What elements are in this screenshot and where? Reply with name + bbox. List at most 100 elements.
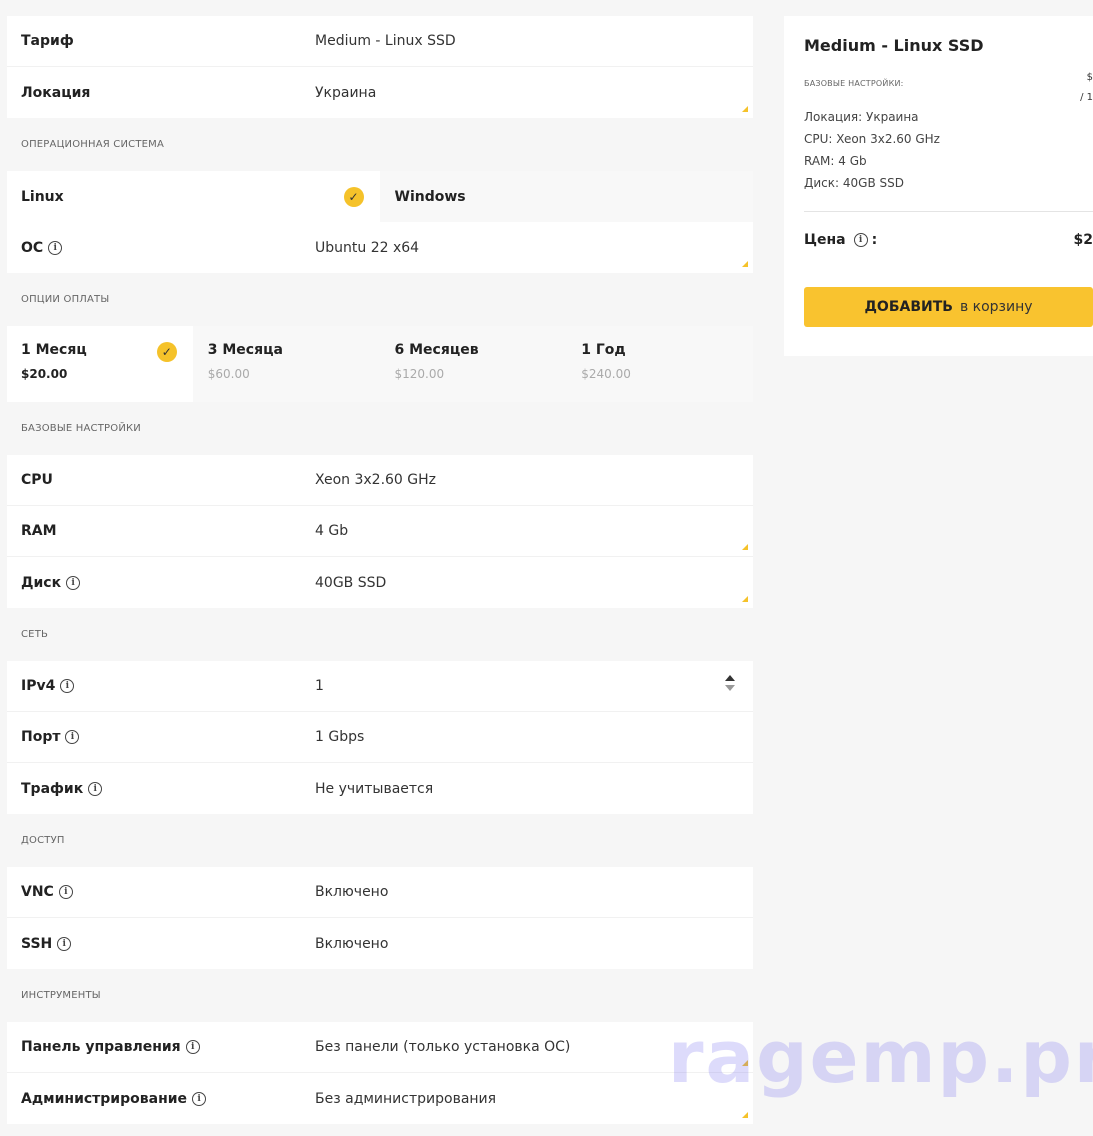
info-icon[interactable]: i — [192, 1091, 207, 1106]
ram-select[interactable]: RAM 4 Gb — [7, 506, 753, 557]
port-label-text: Порт — [21, 729, 61, 745]
dropdown-corner-icon — [742, 596, 748, 602]
disk-label: Диск i — [21, 574, 81, 591]
vnc-row: VNC i Включено — [7, 867, 753, 918]
port-row: Порт i 1 Gbps — [7, 712, 753, 763]
ipv4-input[interactable]: 1 — [315, 678, 324, 694]
admin-label: Администрирование i — [21, 1090, 207, 1107]
summary-section-title: БАЗОВЫЕ НАСТРОЙКИ: — [804, 79, 904, 88]
panel-value: Без панели (только установка ОС) — [315, 1039, 571, 1055]
dropdown-corner-icon — [742, 1112, 748, 1118]
payment-period: 6 Месяцев — [394, 342, 479, 358]
price-label: Цена — [804, 232, 846, 248]
payment-option-1-year[interactable]: 1 Год $240.00 — [566, 326, 753, 402]
info-icon[interactable]: i — [853, 233, 868, 247]
ssh-row: SSH i Включено — [7, 918, 753, 969]
info-icon[interactable]: i — [185, 1040, 200, 1054]
disk-value: 40GB SSD — [315, 574, 387, 591]
ipv4-label-text: IPv4 — [21, 678, 56, 694]
add-to-cart-button[interactable]: ДОБАВИТЬ в корзину — [804, 287, 1093, 327]
quantity-stepper[interactable] — [725, 675, 735, 691]
panel-label-text: Панель управления — [21, 1039, 181, 1055]
info-icon[interactable]: i — [88, 781, 103, 796]
info-icon[interactable]: i — [58, 885, 73, 899]
ipv4-row: IPv4 i 1 — [7, 661, 753, 712]
stepper-up-icon[interactable] — [725, 675, 735, 681]
check-icon: ✓ — [156, 342, 177, 362]
traffic-value: Не учитывается — [315, 780, 434, 797]
payment-period: 1 Год — [581, 342, 626, 358]
payment-price: $240.00 — [581, 367, 631, 381]
os-option-windows[interactable]: Windows — [379, 171, 753, 222]
network-section-title: СЕТЬ — [21, 629, 49, 640]
vnc-label: VNC i — [21, 884, 73, 900]
payment-section-title: ОПЦИИ ОПЛАТЫ — [21, 294, 110, 305]
os-type-options: Linux ✓ Windows — [7, 171, 753, 222]
stepper-down-icon[interactable] — [725, 685, 735, 691]
disk-select[interactable]: Диск i 40GB SSD — [7, 557, 753, 608]
summary-spec-location: Локация: Украина — [804, 110, 919, 124]
summary-title: Medium - Linux SSD — [804, 36, 984, 55]
ipv4-label: IPv4 i — [21, 678, 75, 694]
os-label: ОС i — [21, 239, 63, 256]
divider — [804, 211, 1093, 212]
info-icon[interactable]: i — [60, 679, 75, 693]
summary-side-price: $ / 1 — [1080, 68, 1093, 108]
disk-label-text: Диск — [21, 574, 62, 591]
panel-select[interactable]: Панель управления i Без панели (только ус… — [7, 1022, 753, 1073]
os-label-text: ОС — [21, 239, 44, 256]
tools-section-title: ИНСТРУМЕНТЫ — [21, 990, 101, 1001]
ram-label: RAM — [21, 523, 57, 539]
info-icon[interactable]: i — [65, 730, 80, 744]
summary-spec-ram: RAM: 4 Gb — [804, 154, 867, 168]
add-button-bold: ДОБАВИТЬ — [864, 299, 953, 315]
os-option-label: Windows — [394, 188, 466, 205]
payment-period: 3 Месяца — [207, 342, 283, 358]
tariff-row: Тариф Medium - Linux SSD — [7, 16, 753, 67]
payment-price: $60.00 — [207, 367, 250, 381]
os-value: Ubuntu 22 x64 — [315, 239, 420, 256]
payment-option-3-months[interactable]: 3 Месяца $60.00 — [192, 326, 380, 402]
side-price-top: $ — [1086, 72, 1093, 83]
os-option-label: Linux — [21, 188, 64, 205]
os-select[interactable]: ОС i Ubuntu 22 x64 — [7, 222, 753, 273]
tariff-value: Medium - Linux SSD — [315, 33, 456, 49]
panel-label: Панель управления i — [21, 1039, 200, 1055]
payment-option-6-months[interactable]: 6 Месяцев $120.00 — [379, 326, 567, 402]
cpu-value: Xeon 3x2.60 GHz — [315, 472, 437, 488]
payment-options: 1 Месяц $20.00 ✓ 3 Месяца $60.00 6 Месяц… — [7, 326, 753, 402]
cpu-label: CPU — [21, 472, 53, 488]
os-option-linux[interactable]: Linux ✓ — [7, 171, 380, 222]
vnc-label-text: VNC — [21, 884, 54, 900]
tariff-label: Тариф — [21, 33, 74, 49]
ram-value: 4 Gb — [315, 523, 349, 539]
info-icon[interactable]: i — [48, 240, 63, 255]
payment-option-1-month[interactable]: 1 Месяц $20.00 ✓ — [7, 326, 193, 402]
port-value: 1 Gbps — [315, 729, 365, 745]
vnc-value: Включено — [315, 884, 389, 900]
os-section-title: ОПЕРАЦИОННАЯ СИСТЕМА — [21, 139, 165, 150]
dropdown-corner-icon — [742, 261, 748, 267]
location-select[interactable]: Локация Украина — [7, 67, 753, 118]
admin-label-text: Администрирование — [21, 1090, 188, 1107]
summary-spec-disk: Диск: 40GB SSD — [804, 176, 904, 190]
admin-select[interactable]: Администрирование i Без администрирования — [7, 1073, 753, 1124]
dropdown-corner-icon — [742, 544, 748, 550]
payment-price: $120.00 — [394, 367, 445, 381]
location-label: Локация — [21, 84, 91, 101]
ssh-label-text: SSH — [21, 935, 53, 952]
config-form: Тариф Medium - Linux SSD Локация Украина… — [7, 16, 753, 1124]
ssh-label: SSH i — [21, 935, 72, 952]
traffic-row: Трафик i Не учитывается — [7, 763, 753, 814]
info-icon[interactable]: i — [66, 575, 81, 590]
port-label: Порт i — [21, 729, 80, 745]
base-section-title: БАЗОВЫЕ НАСТРОЙКИ — [21, 423, 141, 434]
info-icon[interactable]: i — [57, 936, 72, 951]
location-value: Украина — [315, 84, 377, 101]
check-icon: ✓ — [343, 186, 364, 207]
summary-specs: Локация: Украина CPU: Xeon 3x2.60 GHz RA… — [804, 106, 1093, 194]
watermark: ragemp.pro — [668, 1015, 1093, 1099]
ssh-value: Включено — [315, 935, 389, 952]
traffic-label: Трафик i — [21, 781, 103, 797]
add-button-rest: в корзину — [959, 299, 1033, 315]
